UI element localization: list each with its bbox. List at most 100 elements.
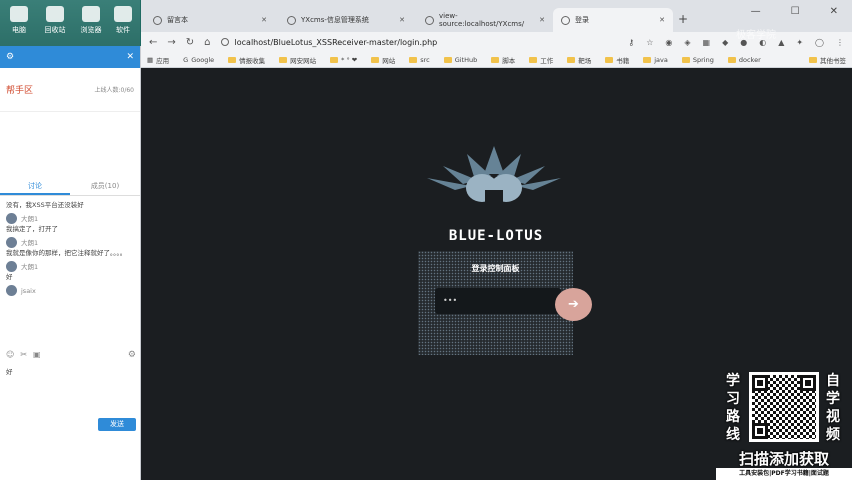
- message-author: jsaix: [6, 285, 134, 296]
- close-icon[interactable]: ✕: [261, 16, 267, 24]
- chat-input[interactable]: 好: [6, 366, 13, 376]
- avatar: [6, 213, 17, 224]
- message-text: 没有，我XSS平台还没装好: [6, 201, 84, 209]
- folder-icon: [727, 56, 736, 63]
- promo-overlay: 学习路线 自学视频 扫描添加获取 工具安装包|PDF学习书籍|面试题: [716, 370, 852, 480]
- bookmark-item[interactable]: src: [409, 56, 430, 64]
- desktop-icon-recycle[interactable]: 回收站: [40, 6, 70, 35]
- folder-icon: [643, 56, 652, 63]
- qr-code-icon: [749, 372, 819, 442]
- maximize-icon[interactable]: ☐: [791, 6, 800, 17]
- reload-icon[interactable]: ↻: [186, 37, 194, 48]
- profile-icon[interactable]: ◯: [815, 38, 824, 47]
- bookmark-item[interactable]: 脚本: [491, 55, 515, 65]
- bookmark-item[interactable]: GitHub: [443, 56, 477, 64]
- extension-icon[interactable]: ▦: [703, 38, 711, 47]
- apps-icon: ▦: [147, 55, 154, 64]
- globe-icon: [425, 15, 434, 25]
- bookmark-item[interactable]: * ° ❤: [330, 56, 357, 64]
- scissors-icon[interactable]: ✂: [20, 350, 27, 359]
- close-window-icon[interactable]: ✕: [830, 6, 838, 17]
- extension-icon[interactable]: ◈: [684, 38, 690, 47]
- bookmark-item[interactable]: java: [643, 56, 668, 64]
- watermark: 极客学院: [736, 30, 776, 41]
- extension-icon[interactable]: ◉: [665, 38, 672, 47]
- desktop-icon-browser[interactable]: 浏览器: [76, 6, 106, 35]
- tab-yxcms[interactable]: YXcms-信息管理系统 ✕: [279, 8, 413, 32]
- close-icon[interactable]: ✕: [126, 52, 134, 62]
- folder-icon: [567, 56, 576, 63]
- password-input[interactable]: •••: [435, 288, 561, 314]
- globe-icon: [287, 15, 296, 25]
- folder-icon: [409, 56, 418, 63]
- chat-online-count: 上线人数:0/60: [94, 87, 135, 94]
- gear-icon[interactable]: ⚙: [128, 350, 136, 360]
- key-icon[interactable]: ⚷: [628, 38, 634, 47]
- forward-icon[interactable]: →: [167, 37, 175, 48]
- bookmarks-bar: ▦ 应用 G Google 情报收集 网安网站 * ° ❤ 网站 src GitHu…: [141, 52, 852, 68]
- app-icon: [114, 6, 132, 22]
- login-title: 登录控制面板: [471, 264, 520, 273]
- folder-icon: [605, 56, 614, 63]
- minimize-icon[interactable]: —: [751, 6, 761, 17]
- bookmark-item[interactable]: ▦ 应用: [147, 55, 169, 65]
- desktop-icon-bar: 电脑 回收站 浏览器 软件: [0, 0, 140, 46]
- tab-members[interactable]: 成员(10): [70, 178, 140, 195]
- folder-icon: [681, 56, 690, 63]
- tab-discussion[interactable]: 讨论: [0, 178, 70, 195]
- desktop-icon-computer[interactable]: 电脑: [4, 6, 34, 35]
- login-panel: 登录控制面板 •••: [418, 251, 573, 355]
- bookmark-item[interactable]: 工作: [529, 55, 553, 65]
- message-author: 大朗1: [6, 213, 134, 224]
- bookmark-item[interactable]: 网站: [371, 55, 395, 65]
- bookmark-item[interactable]: 网安网站: [279, 55, 316, 65]
- star-icon[interactable]: ☆: [646, 38, 653, 47]
- close-icon[interactable]: ✕: [659, 16, 665, 24]
- bookmark-item[interactable]: docker: [727, 56, 761, 64]
- close-icon[interactable]: ✕: [399, 16, 405, 24]
- submit-button[interactable]: ➔: [555, 288, 592, 321]
- bookmark-item[interactable]: 情报收集: [228, 55, 265, 65]
- address-bar[interactable]: localhost/BlueLotus_XSSReceiver-master/l…: [220, 35, 521, 50]
- globe-icon: [561, 15, 570, 25]
- other-bookmarks[interactable]: 其他书签: [809, 55, 846, 65]
- bookmark-item[interactable]: G Google: [183, 56, 214, 64]
- tab-login[interactable]: 登录 ✕: [553, 8, 673, 32]
- avatar: [6, 285, 17, 296]
- chat-header: 帮手区 上线人数:0/60: [0, 68, 140, 112]
- new-tab-button[interactable]: +: [678, 12, 688, 26]
- message-text: 好: [6, 273, 13, 281]
- promo-left-text: 学习路线: [726, 373, 740, 443]
- url-text: localhost/BlueLotus_XSSReceiver-master/l…: [234, 37, 438, 47]
- google-icon: G: [183, 55, 189, 64]
- bookmark-item[interactable]: 靶场: [567, 55, 591, 65]
- info-icon[interactable]: [220, 38, 229, 46]
- computer-icon: [10, 6, 28, 22]
- home-icon[interactable]: ⌂: [204, 37, 210, 48]
- bookmark-item[interactable]: Spring: [681, 56, 714, 64]
- send-button[interactable]: 发送: [98, 418, 136, 431]
- recycle-bin-icon: [46, 6, 64, 22]
- message-author: 大朗1: [6, 237, 134, 248]
- back-icon[interactable]: ←: [149, 37, 157, 48]
- folder-icon: [330, 56, 339, 63]
- bookmark-item[interactable]: 书籍: [605, 55, 629, 65]
- chat-toolbar: ☺ ✂ ▣: [6, 350, 41, 359]
- tab-guestbook[interactable]: 留言本 ✕: [145, 8, 275, 32]
- extension-icon[interactable]: ◆: [722, 38, 728, 47]
- extension-icon[interactable]: ▲: [778, 38, 784, 47]
- window-controls: — ☐ ✕: [751, 6, 838, 17]
- settings-icon[interactable]: ⚙: [6, 52, 14, 62]
- close-icon[interactable]: ✕: [539, 16, 545, 24]
- puzzle-icon[interactable]: ✦: [796, 38, 803, 47]
- logo-text: BLUE-LOTUS: [448, 228, 544, 244]
- chat-tabs: 讨论 成员(10): [0, 178, 140, 196]
- promo-sub-text: 工具安装包|PDF学习书籍|面试题: [716, 468, 852, 480]
- desktop-icon-app[interactable]: 软件: [108, 6, 138, 35]
- chat-titlebar: ⚙ ✕: [0, 46, 140, 68]
- tab-view-source[interactable]: view-source:localhost/YXcms/✕: [417, 8, 553, 32]
- message-author: 大朗1: [6, 261, 134, 272]
- menu-icon[interactable]: ⋮: [836, 38, 844, 47]
- image-icon[interactable]: ▣: [33, 350, 41, 359]
- emoji-icon[interactable]: ☺: [6, 350, 14, 359]
